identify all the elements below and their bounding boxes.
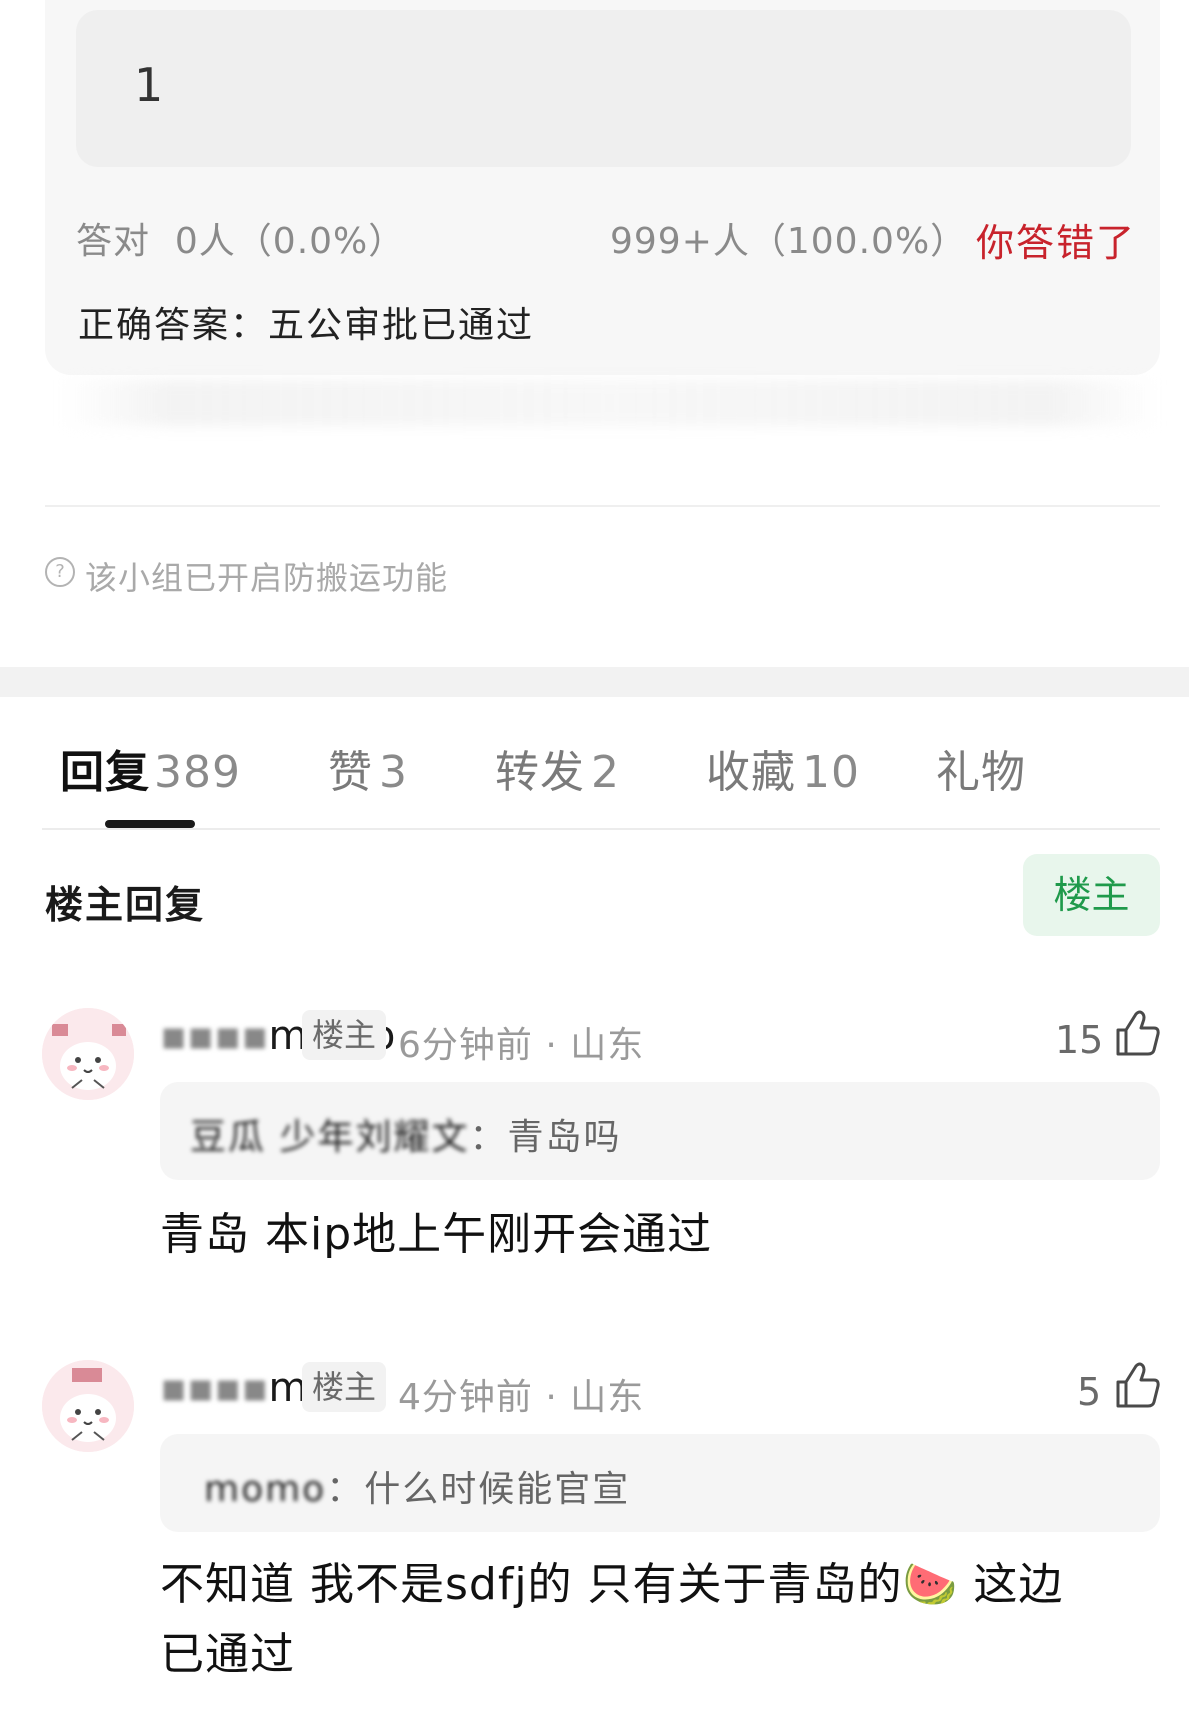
answer-value: 1 xyxy=(134,58,164,112)
username-blur: ▪▪▪▪ xyxy=(160,1013,269,1059)
section-separator xyxy=(0,667,1189,697)
active-tab-indicator xyxy=(105,820,195,828)
comment-body-text: 这边 xyxy=(958,1559,1064,1610)
quote-author: 豆瓜 少年刘耀文 xyxy=(190,1117,470,1158)
tab-replies[interactable]: 回复389 xyxy=(60,736,241,800)
tab-gifts[interactable]: 礼物 xyxy=(936,736,1026,800)
wrong-count-stat: 999+人（100.0%） xyxy=(610,221,968,262)
divider xyxy=(45,505,1160,507)
op-badge: 楼主 xyxy=(302,1010,387,1060)
answer-input-box xyxy=(76,10,1131,167)
tab-label: 回复 xyxy=(60,747,150,798)
op-filter-button[interactable]: 楼主 xyxy=(1023,854,1160,936)
comment-meta: 6分钟前 · 山东 xyxy=(398,1025,645,1066)
comment-meta: 4分钟前 · 山东 xyxy=(398,1377,645,1418)
blurred-text-row xyxy=(60,380,1160,426)
correct-count-stat: 答对 0人（0.0%） xyxy=(76,221,406,262)
thumbs-up-icon[interactable] xyxy=(1112,1360,1162,1414)
tab-count: 389 xyxy=(154,747,241,798)
tab-reposts[interactable]: 转发 2 xyxy=(495,736,620,800)
like-count: 15 xyxy=(1055,1018,1104,1062)
op-badge: 楼主 xyxy=(302,1362,387,1412)
tab-label: 礼物 xyxy=(936,747,1026,798)
quoted-reply[interactable]: momo：什么时候能官宣 xyxy=(160,1434,1160,1532)
quoted-reply[interactable]: 豆瓜 少年刘耀文：青岛吗 xyxy=(160,1082,1160,1180)
username-blur: ▪▪▪▪ xyxy=(160,1365,269,1411)
watermelon-emoji: 🍉 xyxy=(902,1559,959,1610)
quote-author: momo xyxy=(204,1469,327,1510)
correct-answer-line: 正确答案：五公审批已通过 xyxy=(78,296,534,348)
avatar[interactable] xyxy=(42,1008,134,1100)
comment-body: 青岛 本ip地上午刚开会通过 xyxy=(160,1209,713,1260)
question-circle-icon[interactable]: ? xyxy=(45,557,75,587)
tab-label: 赞 xyxy=(328,747,373,798)
avatar[interactable] xyxy=(42,1360,134,1452)
quote-text: ：什么时候能官宣 xyxy=(326,1469,631,1510)
tab-likes[interactable]: 赞3 xyxy=(328,736,408,800)
avatar-image xyxy=(42,1008,134,1100)
correct-answer-value: 五公审批已通过 xyxy=(268,305,535,346)
avatar-image xyxy=(42,1360,134,1452)
tabs-divider xyxy=(42,828,1160,830)
quote-text: ：青岛吗 xyxy=(469,1117,622,1158)
tab-label: 转发 xyxy=(495,747,585,798)
tab-count: 2 xyxy=(591,747,620,798)
tab-count: 3 xyxy=(379,747,408,798)
like-count: 5 xyxy=(1077,1370,1102,1414)
tab-count: 10 xyxy=(802,747,860,798)
op-replies-title: 楼主回复 xyxy=(45,883,206,927)
tab-favorites[interactable]: 收藏 10 xyxy=(706,736,860,800)
correct-answer-label: 正确答案： xyxy=(78,305,269,346)
thumbs-up-icon[interactable] xyxy=(1112,1008,1162,1062)
comment-body: 不知道 我不是sdfj的 只有关于青岛的🍉 这边 已通过 xyxy=(160,1550,1160,1690)
comment-body-line: 不知道 我不是sdfj的 只有关于青岛的🍉 这边 xyxy=(160,1550,1160,1620)
comment-body-line: 已通过 xyxy=(160,1629,295,1680)
comment-body-text: 不知道 我不是sdfj的 只有关于青岛的 xyxy=(160,1559,903,1610)
anti-repost-notice: 该小组已开启防搬运功能 xyxy=(85,559,449,597)
tab-label: 收藏 xyxy=(706,747,796,798)
result-wrong-label: 你答错了 xyxy=(976,221,1137,265)
